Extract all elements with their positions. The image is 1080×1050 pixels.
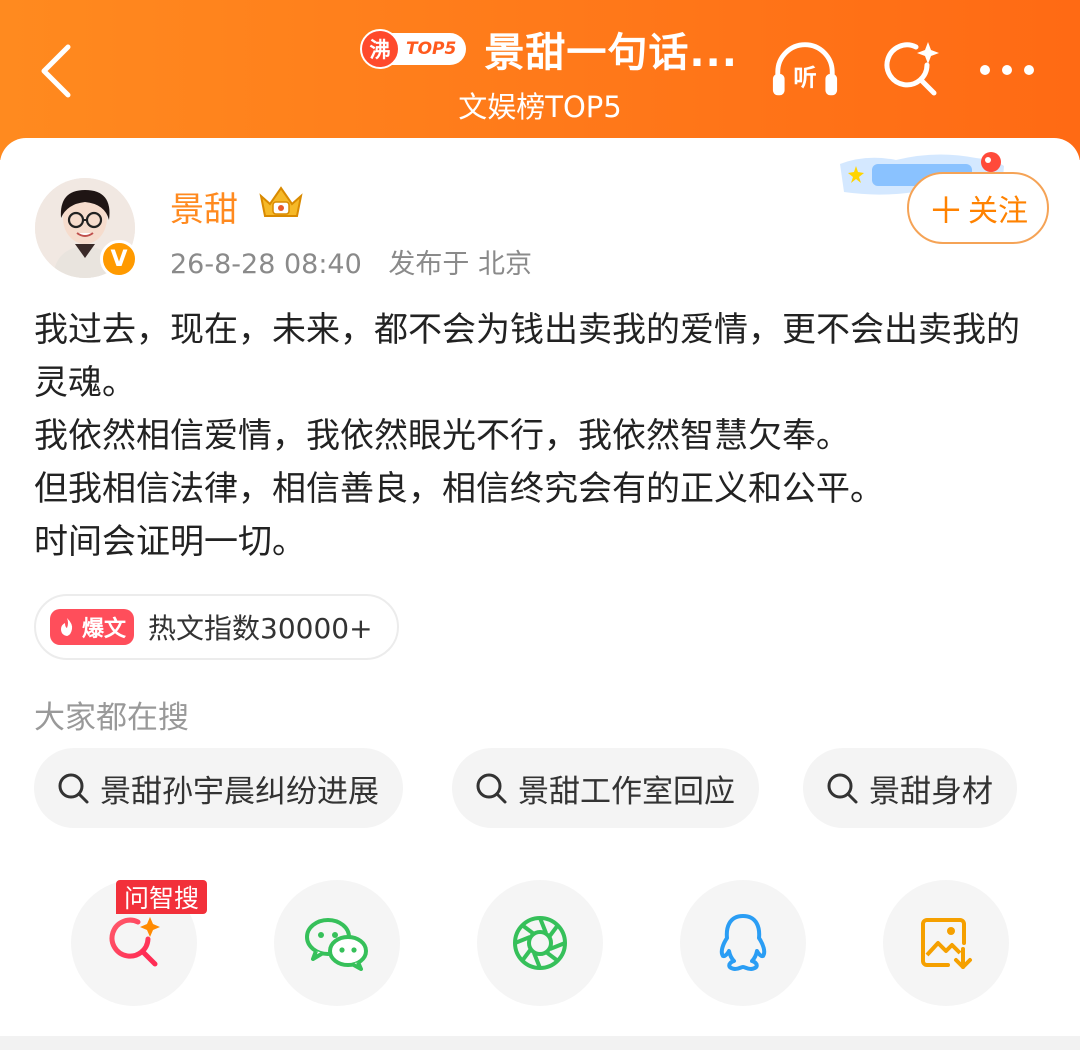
post-content: 我过去，现在，未来，都不会为钱出卖我的爱情，更不会出卖我的灵魂。 我依然相信爱情… (34, 304, 1050, 569)
post-paragraph: 我过去，现在，未来，都不会为钱出卖我的爱情，更不会出卖我的灵魂。 (34, 310, 1020, 403)
more-button[interactable] (972, 40, 1042, 100)
search-chip[interactable]: 景甜孙宇晨纠纷进展 (34, 748, 403, 828)
viral-tag-label: 爆文 (82, 617, 127, 642)
qq-icon (719, 914, 767, 971)
save-image-icon (921, 918, 972, 969)
viral-tag: 爆文 (50, 609, 135, 645)
wechat-icon (305, 918, 368, 971)
trending-search-label: 大家都在搜 (34, 700, 189, 736)
boil-icon: 沸 (360, 29, 400, 69)
bottom-divider (0, 1036, 1080, 1050)
plus-icon: ＋ (927, 191, 964, 232)
top-header: 沸 TOP5 景甜一句话... 文娱榜TOP5 听 (0, 0, 1080, 160)
headphone-listen-icon: 听 (772, 42, 838, 96)
hot-index-pill[interactable]: 爆文 热文指数30000+ (34, 594, 399, 660)
post-card: V 景甜 26-8-28 08:40 发布于 北京 ＋ 关注 我过去，现在，未来… (0, 138, 1080, 1038)
page-title: 景甜一句话... (484, 30, 738, 76)
save-image-button[interactable] (883, 880, 1009, 1006)
moments-icon (513, 916, 567, 970)
search-chip-label: 景甜工作室回应 (518, 773, 735, 810)
crown-icon (259, 186, 303, 217)
verified-badge-icon: V (100, 240, 138, 278)
more-dots-icon (980, 65, 1034, 75)
search-icon (58, 773, 89, 804)
post-paragraph: 我依然相信爱情，我依然眼光不行，我依然智慧欠奉。 (34, 416, 850, 456)
ai-search-button[interactable] (876, 40, 946, 100)
author-name[interactable]: 景甜 (170, 182, 238, 231)
qq-share-button[interactable] (680, 880, 806, 1006)
search-chip-label: 景甜身材 (869, 773, 993, 810)
post-paragraph: 时间会证明一切。 (34, 522, 306, 562)
post-time: 26-8-28 08:40 (170, 249, 362, 280)
ai-search-icon (109, 917, 160, 967)
follow-label: 关注 (968, 194, 1028, 229)
hot-index-text: 热文指数30000+ (148, 612, 373, 645)
post-location: 发布于 北京 (388, 249, 532, 280)
search-chip-label: 景甜孙宇晨纠纷进展 (100, 773, 379, 810)
hot-topic-title[interactable]: 沸 TOP5 景甜一句话... (360, 18, 738, 80)
search-chip[interactable]: 景甜工作室回应 (452, 748, 759, 828)
listen-button[interactable]: 听 (770, 40, 840, 100)
follow-button[interactable]: ＋ 关注 (907, 172, 1049, 244)
wechat-share-button[interactable] (274, 880, 400, 1006)
search-chip[interactable]: 景甜身材 (803, 748, 1017, 828)
listen-label: 听 (793, 64, 816, 92)
ai-search-tag: 问智搜 (116, 880, 208, 914)
flame-icon (61, 618, 73, 636)
moments-share-button[interactable] (477, 880, 603, 1006)
post-paragraph: 但我相信法律，相信善良，相信终究会有的正义和公平。 (34, 469, 884, 509)
hot-rank-badge: 沸 TOP5 (360, 28, 467, 70)
search-icon (476, 773, 507, 804)
search-icon (827, 773, 858, 804)
ai-search-icon (884, 42, 939, 96)
top-rank-label: TOP5 (390, 33, 467, 65)
post-meta: 26-8-28 08:40 发布于 北京 (170, 242, 532, 281)
